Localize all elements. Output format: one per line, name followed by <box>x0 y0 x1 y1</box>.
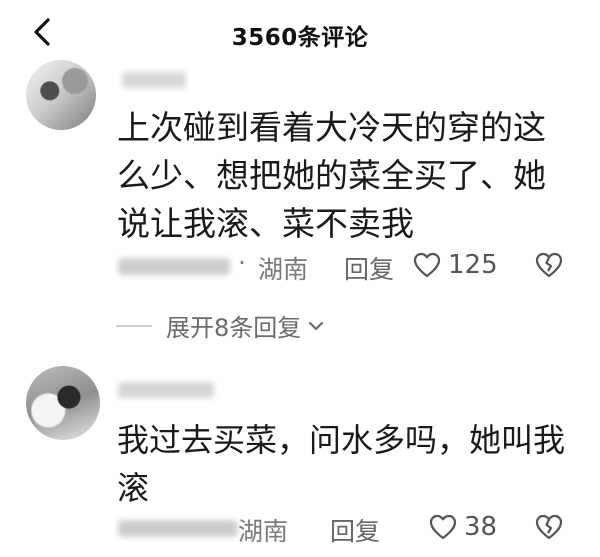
chevron-down-icon <box>309 321 324 330</box>
like-button[interactable]: 38 <box>428 512 497 542</box>
meta-separator: · <box>238 248 246 277</box>
broken-heart-icon <box>535 252 563 278</box>
comment-text: 上次碰到看着大冷天的穿的这么少、想把她的菜全买了、她说让我滚、菜不卖我 <box>117 108 546 243</box>
reply-button[interactable]: 回复 <box>344 250 394 286</box>
username-blurred[interactable] <box>118 382 214 398</box>
avatar[interactable] <box>26 366 100 440</box>
timestamp-blurred <box>118 258 230 275</box>
expand-replies-label: 展开8条回复 <box>166 314 302 342</box>
header-bar: 3560条评论 <box>0 0 600 62</box>
expand-replies-button[interactable]: 展开8条回复 <box>116 308 327 343</box>
reply-button[interactable]: 回复 <box>330 512 380 548</box>
heart-icon <box>429 514 457 540</box>
like-count: 38 <box>464 512 498 542</box>
avatar[interactable] <box>26 60 96 130</box>
heart-icon <box>413 252 441 278</box>
dislike-button[interactable] <box>534 512 564 546</box>
comment-text: 我过去买菜，问水多吗，她叫我滚 <box>117 421 566 507</box>
timestamp-blurred <box>118 520 238 537</box>
broken-heart-icon <box>535 514 563 540</box>
comment-location: 湖南 <box>258 255 309 284</box>
username-blurred[interactable] <box>122 72 186 88</box>
divider-line <box>116 324 152 327</box>
dislike-button[interactable] <box>534 250 564 284</box>
like-button[interactable]: 125 <box>412 250 498 280</box>
page-title: 3560条评论 <box>231 25 369 51</box>
comment-location: 湖南 <box>238 517 289 546</box>
like-count: 125 <box>448 250 498 280</box>
